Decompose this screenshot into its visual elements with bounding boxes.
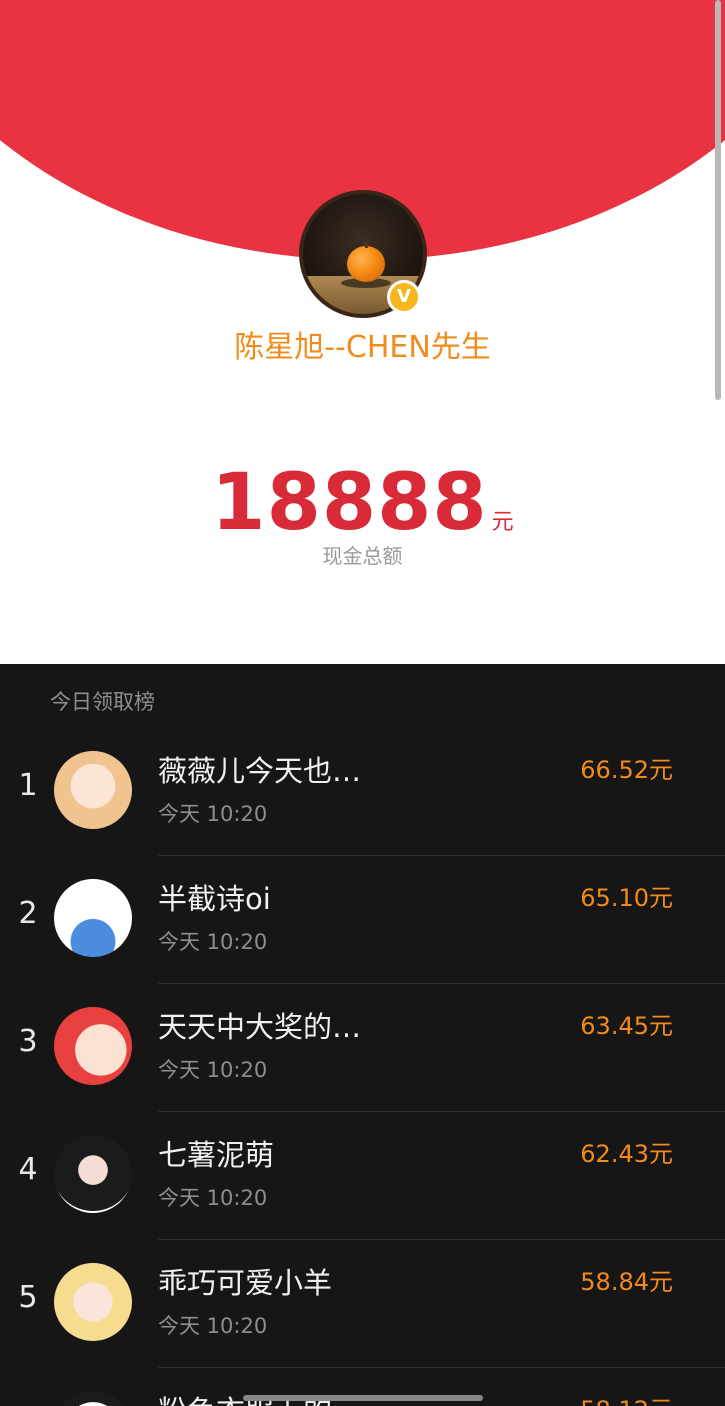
leaderboard-row[interactable]: 5 乖巧可爱小羊 今天 10:20 58.84元 xyxy=(0,1240,725,1368)
user-name: 半截诗oi xyxy=(158,882,271,916)
user-avatar[interactable] xyxy=(54,1135,132,1213)
rank-number: 4 xyxy=(18,1152,38,1187)
user-avatar[interactable] xyxy=(54,879,132,957)
orange-stem xyxy=(365,242,368,248)
leaderboard: 今日领取榜 1 薇薇儿今天也… 今天 10:20 66.52元 2 半截诗oi … xyxy=(0,664,725,1406)
receive-time: 今天 10:20 xyxy=(158,930,268,954)
user-avatar[interactable] xyxy=(54,1391,132,1406)
received-amount: 63.45元 xyxy=(580,1012,673,1040)
receive-time: 今天 10:20 xyxy=(158,1186,268,1210)
balance-amount: 18888 xyxy=(211,458,488,548)
balance-unit: 元 xyxy=(491,510,514,535)
receive-time: 今天 10:20 xyxy=(158,1314,268,1338)
user-avatar[interactable] xyxy=(54,751,132,829)
orange-fruit xyxy=(347,246,385,282)
receive-time: 今天 10:20 xyxy=(158,1058,268,1082)
leaderboard-row[interactable]: 4 七薯泥萌 今天 10:20 62.43元 xyxy=(0,1112,725,1240)
user-avatar[interactable] xyxy=(54,1007,132,1085)
balance-amount-row: 18888 元 xyxy=(0,458,725,548)
verified-badge-icon: V xyxy=(387,280,421,314)
received-amount: 65.10元 xyxy=(580,884,673,912)
receive-time: 今天 10:20 xyxy=(158,802,268,826)
red-envelope-header: V 陈星旭--CHEN先生 18888 元 现金总额 xyxy=(0,0,725,664)
sender-avatar[interactable]: V xyxy=(299,190,427,318)
sender-name[interactable]: 陈星旭--CHEN先生 xyxy=(0,322,725,366)
leaderboard-row[interactable]: 3 天天中大奖的… 今天 10:20 63.45元 xyxy=(0,984,725,1112)
received-amount: 58.84元 xyxy=(580,1268,673,1296)
rank-number: 5 xyxy=(18,1280,38,1315)
received-amount: 62.43元 xyxy=(580,1140,673,1168)
balance-label: 现金总额 xyxy=(322,544,403,568)
user-name: 薇薇儿今天也… xyxy=(158,754,362,788)
leaderboard-row[interactable]: 1 薇薇儿今天也… 今天 10:20 66.52元 xyxy=(0,728,725,856)
rank-number: 2 xyxy=(18,896,38,931)
user-avatar[interactable] xyxy=(54,1263,132,1341)
rank-number: 1 xyxy=(18,768,38,803)
leaderboard-title: 今日领取榜 xyxy=(50,690,155,714)
home-indicator[interactable] xyxy=(243,1395,483,1401)
user-name: 七薯泥萌 xyxy=(158,1138,275,1172)
user-name: 天天中大奖的… xyxy=(158,1010,362,1044)
user-name: 乖巧可爱小羊 xyxy=(158,1266,333,1300)
rank-number: 3 xyxy=(18,1024,38,1059)
received-amount: 66.52元 xyxy=(580,756,673,784)
received-amount: 58.12元 xyxy=(580,1390,673,1406)
leaderboard-row[interactable]: 2 半截诗oi 今天 10:20 65.10元 xyxy=(0,856,725,984)
